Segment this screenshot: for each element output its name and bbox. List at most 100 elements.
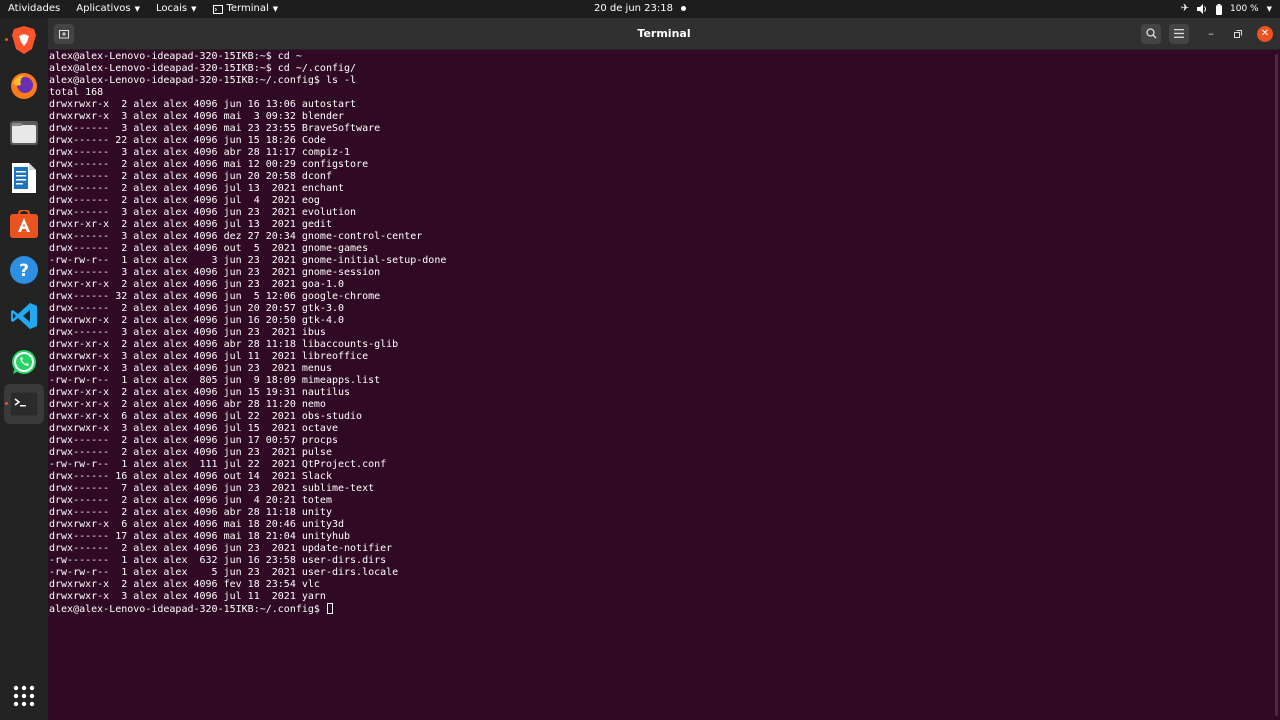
terminal-line: drwx------ 2 alex alex 4096 jun 23 2021 … — [49, 543, 393, 554]
terminal-line: -rw-rw-r-- 1 alex alex 805 jun 9 18:09 m… — [49, 375, 381, 386]
vscode-icon — [11, 303, 37, 329]
dock-item-help[interactable]: ? — [4, 250, 44, 290]
dock-item-files[interactable] — [4, 112, 44, 152]
close-icon: ✕ — [1260, 28, 1270, 39]
dock-item-whatsapp[interactable] — [4, 342, 44, 382]
applications-label: Aplicativos — [76, 3, 131, 14]
terminal-line: drwx------ 2 alex alex 4096 jul 13 2021 … — [49, 183, 345, 194]
hamburger-menu-icon — [1174, 29, 1184, 38]
system-tray[interactable]: ✈ 100 % ▼ — [1181, 0, 1272, 18]
menu-button[interactable] — [1169, 24, 1189, 44]
terminal-line: drwxrwxr-x 2 alex alex 4096 jun 16 13:06… — [49, 99, 357, 110]
terminal-line: drwx------ 7 alex alex 4096 jun 23 2021 … — [49, 483, 375, 494]
terminal-line: drwx------ 3 alex alex 4096 dez 27 20:34… — [49, 231, 423, 242]
scrollbar[interactable] — [1275, 54, 1278, 716]
dock-item-firefox[interactable] — [4, 66, 44, 106]
new-tab-icon — [59, 30, 69, 39]
terminal-line: drwx------ 2 alex alex 4096 jul 4 2021 e… — [49, 195, 320, 206]
window-title: Terminal — [637, 27, 691, 40]
terminal-line: drwxrwxr-x 3 alex alex 4096 jul 15 2021 … — [49, 423, 338, 434]
places-menu[interactable]: Locais ▼ — [148, 0, 205, 18]
close-button[interactable]: ✕ — [1257, 26, 1273, 42]
terminal-line: drwx------ 3 alex alex 4096 jun 23 2021 … — [49, 207, 357, 218]
terminal-line: drwx------ 2 alex alex 4096 abr 28 11:18… — [49, 507, 332, 518]
terminal-line: alex@alex-Lenovo-ideapad-320-15IKB:~$ cd… — [49, 51, 302, 62]
terminal-line: drwxr-xr-x 2 alex alex 4096 abr 28 11:18… — [49, 339, 399, 350]
clock-label: 20 de jun 23:18 — [593, 3, 674, 14]
running-indicator — [5, 38, 8, 41]
terminal-line: -rw-rw-r-- 1 alex alex 5 jun 23 2021 use… — [49, 567, 399, 578]
restore-icon — [1234, 30, 1242, 38]
terminal-line: drwxr-xr-x 2 alex alex 4096 abr 28 11:20… — [49, 399, 326, 410]
minimize-button[interactable]: – — [1201, 24, 1221, 44]
terminal-line: drwxrwxr-x 2 alex alex 4096 jun 16 20:50… — [49, 315, 345, 326]
top-bar: Atividades Aplicativos ▼ Locais ▼ Terminal… — [0, 0, 1280, 18]
terminal-line: drwxr-xr-x 6 alex alex 4096 jul 22 2021 … — [49, 411, 363, 422]
app-menu[interactable]: Terminal ▼ — [205, 0, 287, 18]
terminal-line: drwx------ 2 alex alex 4096 jun 4 20:21 … — [49, 495, 332, 506]
chevron-down-icon: ▼ — [191, 5, 197, 13]
terminal-line: -rw-rw-r-- 1 alex alex 3 jun 23 2021 gno… — [49, 255, 447, 266]
terminal-line: drwx------ 32 alex alex 4096 jun 5 12:06… — [49, 291, 381, 302]
terminal-line: drwx------ 2 alex alex 4096 jun 20 20:57… — [49, 303, 345, 314]
clock-button[interactable]: 20 de jun 23:18 — [593, 3, 687, 14]
activities-button[interactable]: Atividades — [0, 0, 68, 18]
terminal-line: drwx------ 3 alex alex 4096 mai 23 23:55… — [49, 123, 381, 134]
terminal-line: alex@alex-Lenovo-ideapad-320-15IKB:~/.co… — [49, 75, 357, 86]
applications-menu[interactable]: Aplicativos ▼ — [68, 0, 148, 18]
terminal-line: drwxr-xr-x 2 alex alex 4096 jul 13 2021 … — [49, 219, 332, 230]
libreoffice-writer-icon — [12, 163, 36, 193]
dock-item-software[interactable] — [4, 204, 44, 244]
minimize-icon: – — [1208, 27, 1214, 40]
terminal-line: drwx------ 2 alex alex 4096 mai 12 00:29… — [49, 159, 369, 170]
terminal-line: drwx------ 3 alex alex 4096 abr 28 11:17… — [49, 147, 351, 158]
terminal-line: drwx------ 2 alex alex 4096 jun 17 00:57… — [49, 435, 338, 446]
new-tab-button[interactable] — [54, 24, 74, 44]
terminal-line: drwx------ 17 alex alex 4096 mai 18 21:0… — [49, 531, 351, 542]
terminal-line: -rw------- 1 alex alex 632 jun 16 23:58 … — [49, 555, 387, 566]
chevron-down-icon: ▼ — [134, 5, 140, 13]
show-apps-button[interactable] — [4, 676, 44, 716]
svg-text:?: ? — [19, 261, 29, 281]
terminal-line: drwxrwxr-x 6 alex alex 4096 mai 18 20:46… — [49, 519, 345, 530]
terminal-prompt-line[interactable]: alex@alex-Lenovo-ideapad-320-15IKB:~/.co… — [49, 603, 446, 615]
help-icon: ? — [10, 256, 38, 284]
dock-item-writer[interactable] — [4, 158, 44, 198]
app-grid-icon — [13, 685, 35, 707]
search-button[interactable] — [1141, 24, 1161, 44]
terminal-line: drwx------ 2 alex alex 4096 out 5 2021 g… — [49, 243, 369, 254]
terminal-line: drwxr-xr-x 2 alex alex 4096 jun 23 2021 … — [49, 279, 345, 290]
app-menu-label: Terminal — [226, 3, 269, 14]
dock-item-terminal[interactable] — [4, 384, 44, 424]
terminal-line: -rw-rw-r-- 1 alex alex 111 jul 22 2021 Q… — [49, 459, 387, 470]
notification-dot-icon — [681, 5, 687, 11]
whatsapp-icon — [12, 350, 36, 374]
terminal-line: drwx------ 3 alex alex 4096 jun 23 2021 … — [49, 267, 381, 278]
software-center-icon — [10, 210, 38, 238]
terminal-output-area[interactable]: alex@alex-Lenovo-ideapad-320-15IKB:~$ cd… — [48, 50, 1280, 720]
activities-label: Atividades — [8, 3, 61, 14]
maximize-button[interactable] — [1228, 24, 1248, 44]
text-cursor — [326, 603, 333, 614]
dock-item-brave[interactable] — [4, 20, 44, 60]
terminal-line: drwxrwxr-x 3 alex alex 4096 mai 3 09:32 … — [49, 111, 345, 122]
chevron-down-icon: ▼ — [1266, 5, 1272, 13]
terminal-line: drwxrwxr-x 3 alex alex 4096 jul 11 2021 … — [49, 351, 369, 362]
files-icon — [10, 121, 38, 145]
terminal-line: drwxr-xr-x 2 alex alex 4096 jun 15 19:31… — [49, 387, 351, 398]
firefox-icon — [11, 73, 37, 99]
dock: ? — [0, 18, 48, 720]
chevron-down-icon: ▼ — [272, 5, 279, 13]
volume-icon — [1197, 4, 1207, 14]
terminal-line: drwx------ 16 alex alex 4096 out 14 2021… — [49, 471, 332, 482]
terminal-line: drwx------ 3 alex alex 4096 jun 23 2021 … — [49, 327, 326, 338]
battery-icon — [1216, 3, 1223, 15]
places-label: Locais — [155, 3, 188, 14]
window-titlebar[interactable]: Terminal – ✕ — [48, 18, 1280, 50]
terminal-line: total 168 — [49, 87, 104, 98]
terminal-prompt: alex@alex-Lenovo-ideapad-320-15IKB:~/.co… — [49, 604, 326, 615]
battery-percentage: 100 % — [1230, 4, 1259, 14]
dock-item-vscode[interactable] — [4, 296, 44, 336]
search-icon — [1145, 28, 1156, 39]
terminal-line: drwx------ 2 alex alex 4096 jun 20 20:58… — [49, 171, 332, 182]
